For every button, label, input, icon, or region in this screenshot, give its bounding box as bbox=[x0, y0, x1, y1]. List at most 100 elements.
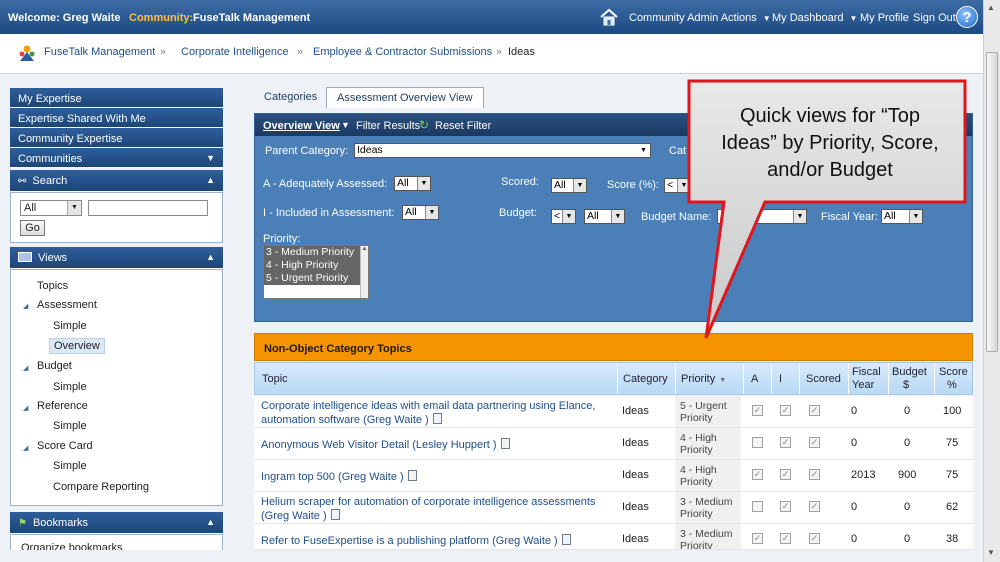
parent-category-select[interactable]: Ideas ▼ bbox=[354, 143, 651, 158]
scored-checkbox[interactable]: ✓ bbox=[809, 405, 820, 416]
expand-triangle-icon[interactable]: ◢ bbox=[23, 404, 28, 412]
breadcrumb-link-fusetalk[interactable]: FuseTalk Management bbox=[44, 46, 155, 58]
view-reference[interactable]: Reference bbox=[37, 400, 88, 412]
column-header-topic[interactable]: Topic bbox=[262, 373, 288, 385]
column-header-budget-unit: $ bbox=[903, 379, 910, 391]
breadcrumb: FuseTalk Management » Corporate Intellig… bbox=[0, 34, 983, 74]
column-header-a[interactable]: A bbox=[751, 373, 758, 385]
expand-triangle-icon[interactable]: ◢ bbox=[23, 302, 28, 310]
topic-link[interactable]: Refer to FuseExpertise is a publishing p… bbox=[261, 534, 611, 548]
column-header-year: Year bbox=[852, 379, 875, 391]
budget-operator-value: < bbox=[554, 210, 561, 222]
expand-triangle-icon[interactable]: ◢ bbox=[23, 444, 28, 452]
filter-results-button[interactable]: Filter Results bbox=[356, 120, 420, 132]
help-icon[interactable]: ? bbox=[956, 6, 978, 28]
topic-link[interactable]: Corporate intelligence ideas with email … bbox=[261, 399, 611, 427]
column-header-score[interactable]: Score bbox=[939, 366, 968, 378]
included-in-assessment-select[interactable]: All ▼ bbox=[402, 205, 439, 220]
topic-link[interactable]: Anonymous Web Visitor Detail (Lesley Hup… bbox=[261, 438, 611, 452]
tab-assessment-overview[interactable]: Assessment Overview View bbox=[326, 87, 484, 108]
dashboard-menu[interactable]: My Dashboard ▼ bbox=[772, 12, 857, 24]
bookmarks-panel-header[interactable]: ⚑ Bookmarks ▲ bbox=[10, 512, 223, 534]
view-reference-simple[interactable]: Simple bbox=[53, 420, 87, 432]
scroll-up-icon[interactable]: ▲ bbox=[987, 3, 995, 12]
priority-option-high[interactable]: 4 - High Priority bbox=[264, 259, 368, 272]
included-checkbox[interactable]: ✓ bbox=[780, 437, 791, 448]
scored-checkbox[interactable]: ✓ bbox=[809, 533, 820, 544]
view-topics[interactable]: Topics bbox=[37, 280, 68, 292]
overview-view-button[interactable]: Overview View bbox=[263, 120, 340, 132]
scored-checkbox[interactable]: ✓ bbox=[809, 501, 820, 512]
budget-name-select[interactable]: All ▼ bbox=[717, 209, 807, 224]
fiscal-year-cell: 2013 bbox=[851, 469, 876, 481]
budget-select[interactable]: All ▼ bbox=[584, 209, 625, 224]
priority-list-scrollbar[interactable]: ▲ bbox=[360, 246, 368, 298]
priority-text-line2: Priority bbox=[680, 508, 713, 520]
dropdown-arrow-icon: ▼ bbox=[417, 177, 430, 190]
priority-option-medium[interactable]: 3 - Medium Priority bbox=[264, 246, 368, 259]
budget-value: All bbox=[587, 210, 599, 222]
adequately-assessed-checkbox[interactable]: ✓ bbox=[752, 501, 763, 512]
topic-link[interactable]: Helium scraper for automation of corpora… bbox=[261, 495, 611, 523]
adequately-assessed-checkbox[interactable]: ✓ bbox=[752, 405, 763, 416]
scored-checkbox[interactable]: ✓ bbox=[809, 437, 820, 448]
views-panel-header[interactable]: Views ▲ bbox=[10, 247, 223, 269]
my-profile-link[interactable]: My Profile bbox=[860, 12, 909, 24]
column-header-i[interactable]: I bbox=[779, 373, 782, 385]
tab-categories[interactable]: Categories bbox=[254, 87, 327, 107]
included-checkbox[interactable]: ✓ bbox=[780, 405, 791, 416]
priority-option-urgent[interactable]: 5 - Urgent Priority bbox=[264, 272, 368, 285]
adequately-assessed-checkbox[interactable]: ✓ bbox=[752, 469, 763, 480]
view-assessment-overview[interactable]: Overview bbox=[49, 338, 105, 354]
budget-cell: 0 bbox=[904, 437, 911, 449]
menu-expertise-shared[interactable]: Expertise Shared With Me bbox=[10, 108, 223, 128]
view-assessment[interactable]: Assessment bbox=[37, 299, 97, 311]
search-go-button[interactable]: Go bbox=[20, 220, 45, 236]
topic-link[interactable]: Ingram top 500 (Greg Waite ) bbox=[261, 470, 611, 484]
view-budget[interactable]: Budget bbox=[37, 360, 72, 372]
view-budget-simple[interactable]: Simple bbox=[53, 381, 87, 393]
included-checkbox[interactable]: ✓ bbox=[780, 469, 791, 480]
page-scrollbar[interactable]: ▲ ▼ bbox=[983, 0, 1000, 562]
adequately-assessed-select[interactable]: All ▼ bbox=[394, 176, 431, 191]
column-header-priority[interactable]: Priority ▼ bbox=[681, 373, 726, 385]
column-header-budget[interactable]: Budget bbox=[892, 366, 927, 378]
included-checkbox[interactable]: ✓ bbox=[780, 501, 791, 512]
view-assessment-simple[interactable]: Simple bbox=[53, 320, 87, 332]
breadcrumb-link-corporate[interactable]: Corporate Intelligence bbox=[181, 46, 289, 58]
column-header-scored[interactable]: Scored bbox=[806, 373, 841, 385]
budget-operator-select[interactable]: < ▼ bbox=[551, 209, 576, 224]
adequately-assessed-checkbox[interactable]: ✓ bbox=[752, 533, 763, 544]
scored-checkbox[interactable]: ✓ bbox=[809, 469, 820, 480]
included-checkbox[interactable]: ✓ bbox=[780, 533, 791, 544]
priority-multiselect[interactable]: 3 - Medium Priority 4 - High Priority 5 … bbox=[263, 245, 369, 299]
adequately-assessed-checkbox[interactable]: ✓ bbox=[752, 437, 763, 448]
view-score-card[interactable]: Score Card bbox=[37, 440, 93, 452]
score-operator-select[interactable]: < ▼ bbox=[664, 178, 691, 193]
admin-actions-menu[interactable]: Community Admin Actions ▼ bbox=[629, 12, 771, 24]
adequately-assessed-value: All bbox=[397, 177, 409, 189]
view-score-card-simple[interactable]: Simple bbox=[53, 460, 87, 472]
scored-select[interactable]: All ▼ bbox=[551, 178, 587, 193]
column-header-category[interactable]: Category bbox=[623, 373, 668, 385]
menu-communities[interactable]: Communities ▼ bbox=[10, 148, 223, 168]
search-panel-header[interactable]: ⚯ Search ▲ bbox=[10, 170, 223, 192]
view-compare-reporting[interactable]: Compare Reporting bbox=[53, 481, 149, 493]
sign-out-link[interactable]: Sign Out bbox=[913, 12, 956, 24]
search-panel: All ▼ Go bbox=[10, 192, 223, 243]
fiscal-year-select[interactable]: All ▼ bbox=[881, 209, 923, 224]
search-input[interactable] bbox=[88, 200, 208, 216]
column-header-fiscal[interactable]: Fiscal bbox=[852, 366, 881, 378]
breadcrumb-link-submissions[interactable]: Employee & Contractor Submissions bbox=[313, 46, 492, 58]
reset-filter-button[interactable]: Reset Filter bbox=[435, 120, 491, 132]
menu-my-expertise[interactable]: My Expertise bbox=[10, 88, 223, 108]
budget-cell: 0 bbox=[904, 501, 911, 513]
search-scope-select[interactable]: All ▼ bbox=[20, 200, 82, 216]
expand-triangle-icon[interactable]: ◢ bbox=[23, 364, 28, 372]
topic-text: Helium scraper for automation of corpora… bbox=[261, 496, 596, 508]
scroll-down-icon[interactable]: ▼ bbox=[987, 548, 995, 557]
home-icon[interactable] bbox=[599, 8, 619, 26]
scrollbar-thumb[interactable] bbox=[986, 52, 998, 352]
menu-community-expertise[interactable]: Community Expertise bbox=[10, 128, 223, 148]
community-name[interactable]: FuseTalk Management bbox=[193, 12, 310, 24]
